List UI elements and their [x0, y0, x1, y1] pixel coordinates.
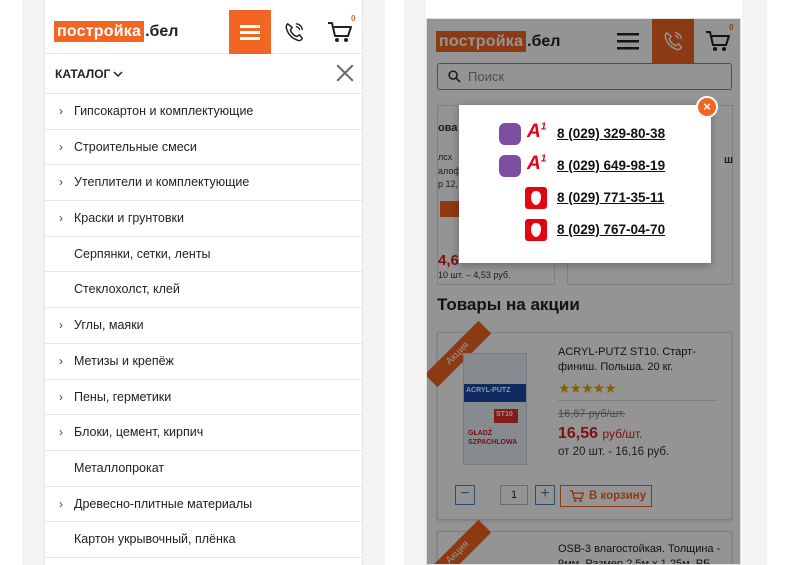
phone-icon	[285, 23, 303, 42]
modal-overlay[interactable]	[427, 19, 740, 564]
mts-operator-icon	[525, 187, 547, 209]
cart-button[interactable]: 0	[319, 10, 361, 54]
catalog-item[interactable]: Серпянки, сетки, ленты	[45, 237, 362, 273]
phone-row[interactable]: 8 (029) 767-04-70	[459, 219, 711, 243]
chevron-right-icon: ›	[59, 139, 63, 154]
phone-row[interactable]: A1 8 (029) 329-80-38	[459, 121, 711, 147]
chevron-right-icon: ›	[59, 353, 63, 368]
catalog-item[interactable]: › Утеплители и комплектующие	[45, 165, 362, 202]
catalog-item[interactable]: Картон укрывочный, плёнка	[45, 522, 362, 558]
logo-box-text: постройка	[54, 21, 145, 42]
catalog-item[interactable]: Стеклохолст, клей	[45, 272, 362, 309]
catalog-item[interactable]: › Блоки, цемент, кирпич	[45, 415, 362, 451]
catalog-item-label: Блоки, цемент, кирпич	[74, 425, 204, 440]
catalog-item[interactable]: Металлопрокат	[45, 451, 362, 487]
catalog-item-label: Метизы и крепёж	[74, 353, 174, 368]
chevron-right-icon: ›	[59, 425, 63, 440]
catalog-item-label: Стеклохолст, клей	[74, 282, 180, 297]
catalog-item[interactable]: › Краски и грунтовки	[45, 201, 362, 237]
right-gutter	[742, 0, 767, 565]
catalog-item-label: Краски и грунтовки	[74, 211, 184, 226]
mid-gutter-left	[363, 0, 385, 565]
catalog-item[interactable]: › Гипсокартон и комплектующие	[45, 94, 362, 130]
catalog-item-label: Утеплители и комплектующие	[74, 175, 250, 190]
site-logo[interactable]: постройка .бел	[54, 21, 178, 42]
mts-operator-icon	[525, 219, 547, 241]
phone-row[interactable]: A1 8 (029) 649-98-19	[459, 153, 711, 179]
cart-icon	[328, 22, 352, 42]
catalog-item[interactable]: › Метизы и крепёж	[45, 344, 362, 380]
a1-operator-icon: A1	[527, 121, 547, 142]
right-screen-phone-popup: постройка .бел 0 Поиск ова лсх алоф р 12…	[426, 18, 741, 565]
left-gutter	[22, 0, 44, 565]
logo-tail-text: .бел	[145, 22, 179, 40]
phone-number-link[interactable]: 8 (029) 767-04-70	[557, 222, 665, 237]
catalog-item-label: Серпянки, сетки, ленты	[74, 246, 211, 261]
catalog-bar: КАТАЛОГ	[45, 54, 362, 94]
catalog-item-label: Древесно-плитные материалы	[74, 496, 253, 511]
phone-button[interactable]	[273, 10, 315, 54]
catalog-list: › Гипсокартон и комплектующие › Строительны…	[45, 94, 362, 558]
catalog-item[interactable]: › Углы, маяки	[45, 308, 362, 344]
a1-operator-icon: A1	[527, 153, 547, 174]
menu-button[interactable]	[229, 10, 271, 54]
chevron-right-icon: ›	[59, 211, 63, 226]
chevron-right-icon: ›	[59, 318, 63, 333]
hamburger-icon	[240, 22, 260, 43]
catalog-item[interactable]: › Древесно-плитные материалы	[45, 487, 362, 523]
catalog-item-label: Углы, маяки	[74, 318, 144, 333]
chevron-right-icon: ›	[59, 175, 63, 190]
catalog-item[interactable]: › Пены, герметики	[45, 380, 362, 416]
viber-icon	[499, 155, 521, 177]
catalog-item-label: Металлопрокат	[74, 460, 165, 475]
catalog-item-label: Пены, герметики	[74, 389, 172, 404]
phone-numbers-modal: A1 8 (029) 329-80-38 A1 8 (029) 649-98-1…	[459, 105, 711, 263]
catalog-item[interactable]: › Строительные смеси	[45, 130, 362, 166]
cart-count-badge: 0	[351, 14, 356, 23]
phone-row[interactable]: 8 (029) 771-35-11	[459, 187, 711, 211]
mid-gutter-right	[404, 0, 426, 565]
chevron-right-icon: ›	[59, 389, 63, 404]
phone-number-link[interactable]: 8 (029) 771-35-11	[557, 190, 664, 205]
viber-icon	[499, 123, 521, 145]
left-header: постройка .бел 0	[45, 0, 362, 54]
left-screen-catalog: постройка .бел 0 КАТАЛОГ › Гипсокартон и …	[44, 0, 363, 565]
catalog-title[interactable]: КАТАЛОГ	[55, 67, 110, 81]
close-modal-button[interactable]: ×	[696, 96, 718, 118]
catalog-item-label: Строительные смеси	[74, 139, 197, 154]
chevron-down-icon[interactable]	[113, 63, 123, 82]
catalog-item-label: Картон укрывочный, плёнка	[74, 532, 236, 547]
close-catalog-icon[interactable]	[334, 62, 356, 84]
phone-number-link[interactable]: 8 (029) 649-98-19	[557, 158, 665, 173]
phone-number-link[interactable]: 8 (029) 329-80-38	[557, 126, 665, 141]
chevron-right-icon: ›	[59, 104, 63, 118]
chevron-right-icon: ›	[59, 496, 63, 511]
catalog-item-label: Гипсокартон и комплектующие	[74, 104, 254, 118]
